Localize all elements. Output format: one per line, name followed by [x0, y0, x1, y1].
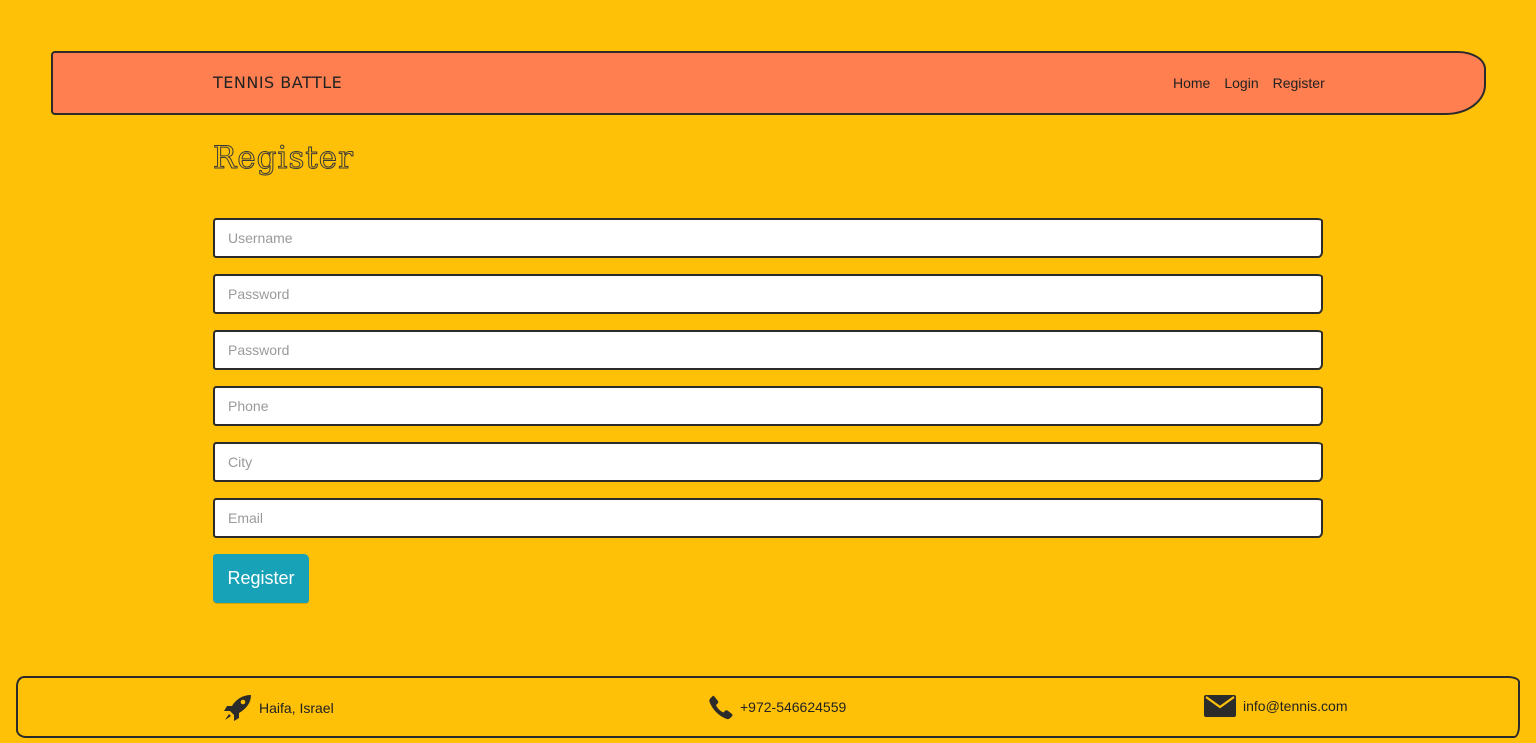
- brand-logo[interactable]: Tennis Battle: [213, 73, 342, 92]
- envelope-icon: [1203, 694, 1237, 718]
- nav-link-register[interactable]: Register: [1273, 75, 1325, 91]
- city-input[interactable]: [213, 442, 1323, 482]
- page-title: Register: [213, 140, 354, 177]
- email-input[interactable]: [213, 498, 1323, 538]
- footer-phone-text: +972-546624559: [740, 699, 847, 715]
- phone-icon: [708, 694, 734, 720]
- nav-link-home[interactable]: Home: [1173, 75, 1210, 91]
- username-input[interactable]: [213, 218, 1323, 258]
- navbar: Tennis Battle Home Login Register: [51, 51, 1486, 115]
- confirm-password-input[interactable]: [213, 330, 1323, 370]
- page: Tennis Battle Home Login Register Regist…: [0, 0, 1536, 743]
- rocket-icon: [223, 694, 253, 722]
- register-button[interactable]: Register: [213, 554, 309, 603]
- footer-email-text[interactable]: info@tennis.com: [1243, 698, 1347, 714]
- nav-links: Home Login Register: [1173, 75, 1325, 91]
- phone-input[interactable]: [213, 386, 1323, 426]
- footer-location-text: Haifa, Israel: [259, 700, 334, 716]
- footer-phone: +972-546624559: [708, 694, 846, 720]
- register-form: Register: [213, 218, 1323, 603]
- nav-link-login[interactable]: Login: [1224, 75, 1258, 91]
- password-input[interactable]: [213, 274, 1323, 314]
- footer-email: info@tennis.com: [1203, 694, 1347, 718]
- footer: Haifa, Israel +972-546624559 info@tennis…: [16, 676, 1520, 738]
- footer-location: Haifa, Israel: [223, 694, 334, 722]
